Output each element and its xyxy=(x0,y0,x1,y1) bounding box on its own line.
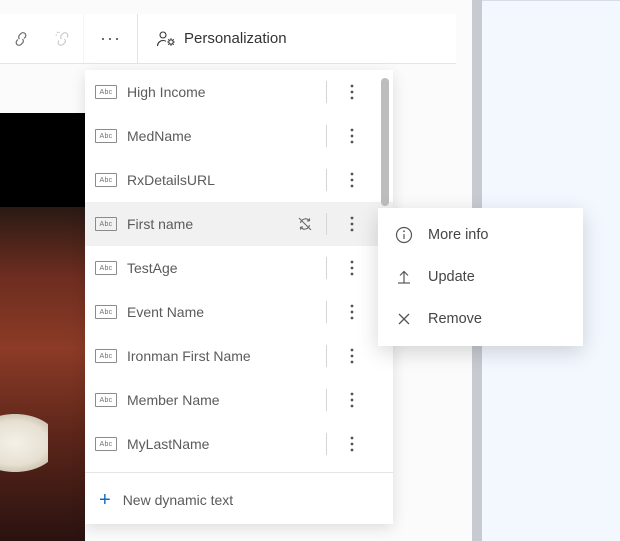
abc-badge-icon: Abc xyxy=(95,349,117,363)
list-item-label: RxDetailsURL xyxy=(127,172,316,188)
context-remove-item[interactable]: Remove xyxy=(378,298,583,340)
dynamic-text-list: AbcHigh IncomeAbcMedNameAbcRxDetailsURLA… xyxy=(85,70,393,466)
list-item[interactable]: Abc MyLastName xyxy=(85,422,393,466)
list-item-label: First name xyxy=(127,216,284,232)
new-dynamic-text-label: New dynamic text xyxy=(123,492,233,508)
item-divider xyxy=(326,213,327,235)
abc-badge-icon: Abc xyxy=(95,261,117,275)
abc-badge-icon: Abc xyxy=(95,129,117,143)
list-item[interactable]: Abc Ironman First Name xyxy=(85,334,393,378)
list-item[interactable]: Abc MedName xyxy=(85,114,393,158)
item-more-button[interactable] xyxy=(337,83,367,101)
list-item-label: TestAge xyxy=(127,260,316,276)
item-divider xyxy=(326,345,327,367)
abc-badge-icon: Abc xyxy=(95,437,117,451)
item-more-button[interactable] xyxy=(337,303,367,321)
abc-badge-icon: Abc xyxy=(95,217,117,231)
personalization-panel: AbcHigh IncomeAbcMedNameAbcRxDetailsURLA… xyxy=(85,70,393,524)
background-image-detail xyxy=(0,403,48,503)
abc-badge-icon: Abc xyxy=(95,85,117,99)
list-item[interactable]: Abc High Income xyxy=(85,70,393,114)
list-item-label: Event Name xyxy=(127,304,316,320)
context-update-item[interactable]: Update xyxy=(378,256,583,298)
no-sync-icon xyxy=(294,216,316,232)
abc-badge-icon: Abc xyxy=(95,393,117,407)
list-item[interactable]: Abc Member Name xyxy=(85,378,393,422)
abc-badge-icon: Abc xyxy=(95,173,117,187)
item-divider xyxy=(326,81,327,103)
list-item-label: MedName xyxy=(127,128,316,144)
person-gear-icon xyxy=(156,30,176,48)
list-item[interactable]: Abc Event Name xyxy=(85,290,393,334)
background-image xyxy=(0,113,85,541)
item-divider xyxy=(326,257,327,279)
list-item[interactable]: Abc RxDetailsURL xyxy=(85,158,393,202)
list-item-label: MyLastName xyxy=(127,436,316,452)
item-more-button[interactable] xyxy=(337,215,367,233)
item-more-button[interactable] xyxy=(337,347,367,365)
panel-divider xyxy=(85,472,393,473)
update-icon xyxy=(394,267,414,287)
item-divider xyxy=(326,433,327,455)
plus-icon: + xyxy=(99,490,111,510)
info-icon xyxy=(394,225,414,245)
item-divider xyxy=(326,389,327,411)
list-item-label: Member Name xyxy=(127,392,316,408)
list-item-label: High Income xyxy=(127,84,316,100)
personalization-button[interactable]: Personalization xyxy=(138,14,297,63)
context-info-item[interactable]: More info xyxy=(378,214,583,256)
item-divider xyxy=(326,169,327,191)
context-item-label: Update xyxy=(428,269,475,285)
item-more-button[interactable] xyxy=(337,171,367,189)
toolbar: ··· Personalization xyxy=(0,14,456,64)
item-more-button[interactable] xyxy=(337,391,367,409)
unlink-icon[interactable] xyxy=(42,14,84,63)
abc-badge-icon: Abc xyxy=(95,305,117,319)
context-menu: More info Update Remove xyxy=(378,208,583,346)
item-divider xyxy=(326,125,327,147)
new-dynamic-text-button[interactable]: + New dynamic text xyxy=(85,476,393,524)
list-item[interactable]: Abc TestAge xyxy=(85,246,393,290)
item-more-button[interactable] xyxy=(337,435,367,453)
context-item-label: Remove xyxy=(428,311,482,327)
item-more-button[interactable] xyxy=(337,259,367,277)
toolbar-title: Personalization xyxy=(184,30,287,47)
context-item-label: More info xyxy=(428,227,488,243)
link-icon[interactable] xyxy=(0,14,42,63)
list-item[interactable]: Abc First name xyxy=(85,202,393,246)
remove-icon xyxy=(394,309,414,329)
overflow-button[interactable]: ··· xyxy=(84,14,138,63)
item-more-button[interactable] xyxy=(337,127,367,145)
item-divider xyxy=(326,301,327,323)
scrollbar-thumb[interactable] xyxy=(381,78,389,206)
list-item-label: Ironman First Name xyxy=(127,348,316,364)
